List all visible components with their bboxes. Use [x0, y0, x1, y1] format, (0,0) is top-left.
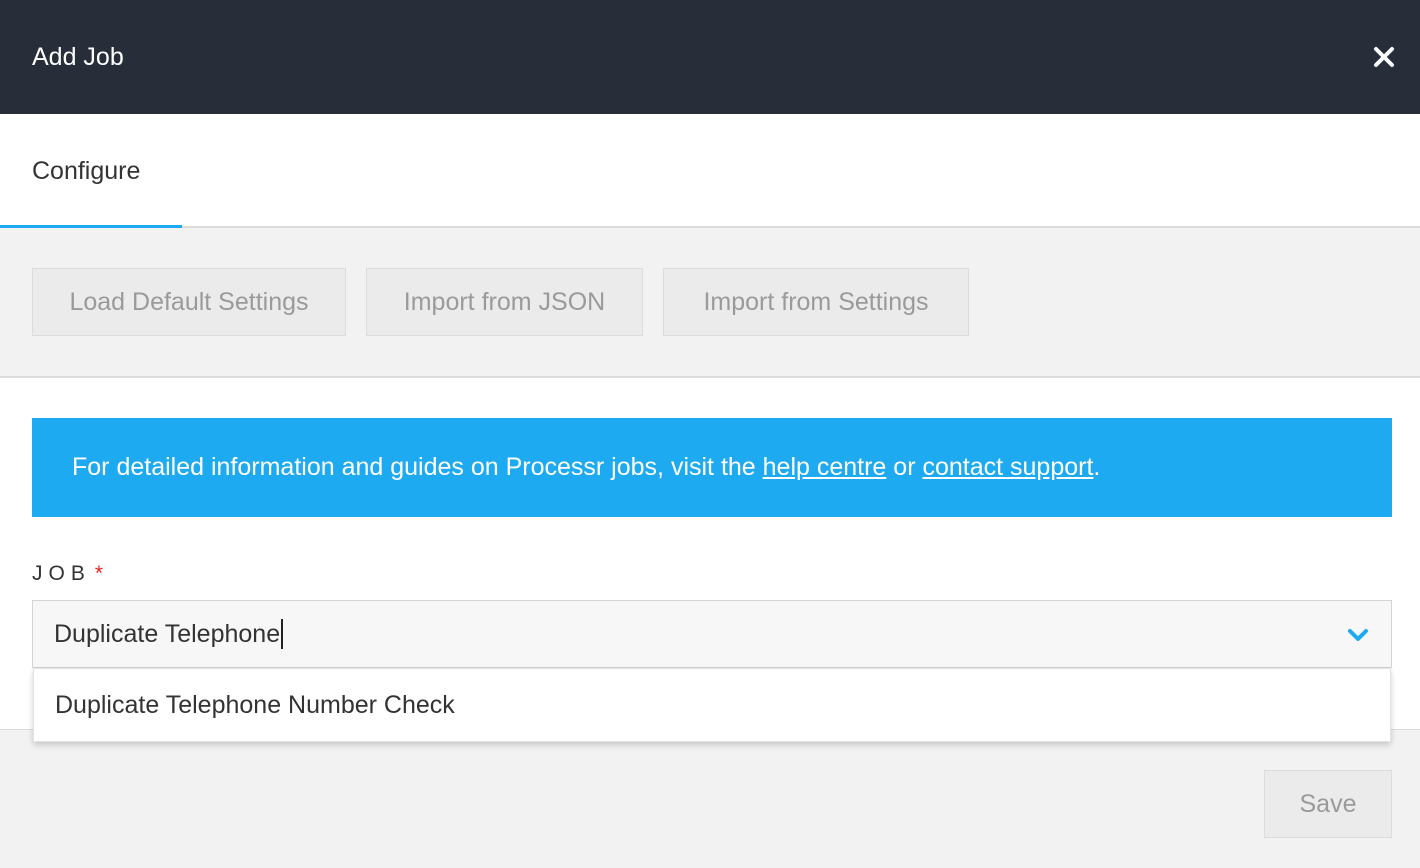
info-banner: For detailed information and guides on P… — [32, 418, 1392, 517]
job-label-text: JOB — [32, 562, 91, 585]
contact-support-link[interactable]: contact support — [922, 453, 1093, 481]
job-dropdown-menu: Duplicate Telephone Number Check — [33, 668, 1391, 742]
settings-toolbar: Load Default Settings Import from JSON I… — [0, 228, 1420, 378]
info-text-before: For detailed information and guides on P… — [72, 453, 763, 481]
job-input-value[interactable]: Duplicate Telephone — [54, 620, 280, 649]
info-text-middle: or — [886, 453, 923, 481]
load-default-settings-button[interactable]: Load Default Settings — [32, 268, 346, 336]
help-centre-link[interactable]: help centre — [763, 453, 887, 481]
chevron-down-icon[interactable] — [1347, 627, 1369, 643]
info-text-after: . — [1093, 453, 1101, 481]
tab-configure[interactable]: Configure — [0, 114, 182, 228]
job-field-label: JOB * — [32, 562, 103, 586]
tab-configure-label: Configure — [32, 156, 141, 185]
job-select-input[interactable]: Duplicate Telephone — [32, 600, 1392, 668]
save-button[interactable]: Save — [1264, 770, 1392, 838]
tab-bar: Configure — [0, 114, 1420, 228]
modal-title: Add Job — [32, 42, 124, 71]
modal-footer: Save — [0, 730, 1420, 868]
required-marker: * — [94, 562, 104, 585]
import-from-json-button[interactable]: Import from JSON — [366, 268, 643, 336]
dropdown-option[interactable]: Duplicate Telephone Number Check — [34, 669, 1390, 741]
modal-header: Add Job — [0, 0, 1420, 114]
close-button[interactable] — [1368, 41, 1400, 73]
text-caret — [281, 619, 284, 649]
close-icon — [1374, 47, 1394, 67]
import-from-settings-button[interactable]: Import from Settings — [663, 268, 969, 336]
